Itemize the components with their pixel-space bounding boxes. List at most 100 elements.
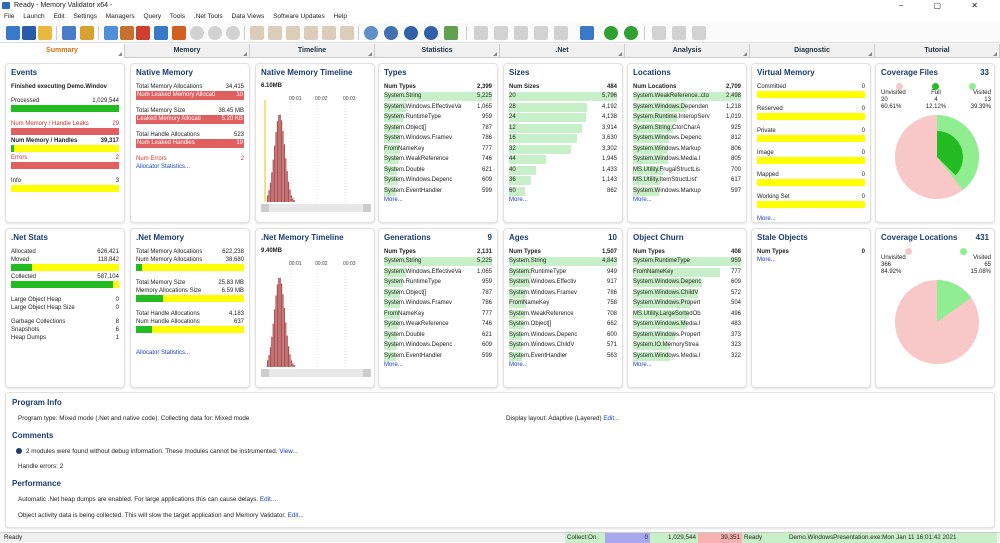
table-row[interactable]: System.String.CtorCharA 925	[633, 123, 741, 134]
menu-launch[interactable]: Launch	[23, 13, 44, 20]
menu-help[interactable]: Help	[334, 13, 347, 20]
archive-icon[interactable]	[340, 26, 354, 40]
net-stats-panel[interactable]: .Net Stats Allocated 626,421 Moved 118,842…	[5, 228, 125, 388]
table-row[interactable]: System.EventHandler 599	[384, 351, 492, 362]
table-row[interactable]: System.Windows.Framev 786	[384, 133, 492, 144]
list-icon[interactable]	[554, 26, 568, 40]
events-panel[interactable]: Events Finished executing Demo.Windov Pr…	[5, 63, 125, 223]
folder-icon[interactable]	[38, 26, 52, 40]
print-icon[interactable]	[652, 26, 666, 40]
types-panel[interactable]: Types Num Types 2,399 System.String 5,225 S…	[378, 63, 498, 223]
more-link[interactable]: More...	[757, 256, 865, 265]
table-row[interactable]: System.Windows.Dependen 1,218	[633, 102, 741, 113]
table-row[interactable]: System.RuntimeType 959	[384, 112, 492, 123]
tab-net[interactable]: .Net	[500, 44, 625, 58]
menu-net-tools[interactable]: .Net Tools	[194, 13, 223, 20]
table-row[interactable]: FromNameKey 777	[384, 309, 492, 320]
coverage-icon[interactable]	[580, 26, 594, 40]
table-row[interactable]: 40 1,433	[509, 165, 617, 176]
more-link[interactable]: More...	[757, 215, 865, 222]
edit-object-activity-link[interactable]: Edit...	[288, 512, 304, 519]
table-row[interactable]: MS.Utility.LargeSortedOb 496	[633, 309, 741, 320]
table-row[interactable]: FromNameKey 777	[633, 267, 741, 278]
table-row[interactable]: System.WeakReference 746	[384, 154, 492, 165]
table-row[interactable]: System.Windows.Media.I 483	[633, 319, 741, 330]
table-row[interactable]: System.Windows.Propert 504	[633, 298, 741, 309]
table-row[interactable]: System.Windows.Framev 786	[384, 298, 492, 309]
export-icon[interactable]	[304, 26, 318, 40]
pause-icon[interactable]	[226, 26, 240, 40]
table-row[interactable]: System.Windows.Markup 806	[633, 144, 741, 155]
table-row[interactable]: System.Windows.Media.I 805	[633, 154, 741, 165]
table-row[interactable]: 28 4,192	[509, 102, 617, 113]
view-link[interactable]: View...	[279, 448, 297, 455]
menu-query[interactable]: Query	[143, 13, 161, 20]
settings-icon[interactable]	[80, 26, 94, 40]
table-row[interactable]: 24 4,138	[509, 112, 617, 123]
table-row[interactable]: System.String 5,225	[384, 256, 492, 267]
camera-icon[interactable]	[692, 26, 706, 40]
cdi-icon[interactable]	[494, 26, 508, 40]
snapshot-icon[interactable]	[250, 26, 264, 40]
open-icon[interactable]	[6, 26, 20, 40]
stale-objects-panel[interactable]: Stale Objects Num Types 0 More...	[751, 228, 871, 388]
table-row[interactable]: MS.Utility.ItemStructList' 617	[633, 175, 741, 186]
table-row[interactable]: System.WeakReference 708	[509, 309, 617, 320]
table-row[interactable]: MS.Utility.FrugalStructLis 700	[633, 165, 741, 176]
table-row[interactable]: System.Windows.Effectiv 917	[509, 277, 617, 288]
table-row[interactable]: System.Object[] 662	[509, 319, 617, 330]
search-icon[interactable]	[364, 26, 378, 40]
net-memory-panel[interactable]: .Net Memory Total Memory Allocations 622,…	[130, 228, 250, 388]
sizes-panel[interactable]: Sizes Num Sizes 484 20 5,796 28 4,192 24 4,138…	[503, 63, 623, 223]
menu-settings[interactable]: Settings	[73, 13, 97, 20]
allocator-statistics-link[interactable]: Allocator Statistics...	[136, 349, 244, 358]
window-controls[interactable]: – ▢ ✕	[899, 0, 992, 11]
more-link[interactable]: More...	[384, 361, 492, 370]
inject-icon[interactable]	[120, 26, 134, 40]
tab-diagnostic[interactable]: Diagnostic	[750, 44, 875, 58]
coverage-files-panel[interactable]: Coverage Files 33 Unvisited 20 60.61% Full 4 1…	[875, 63, 995, 223]
table-row[interactable]: System.Object[] 787	[384, 288, 492, 299]
table-row[interactable]: 20 5,796	[509, 91, 617, 102]
table-row[interactable]: System.Windows.Depenc 609	[633, 277, 741, 288]
filter-icon[interactable]	[62, 26, 76, 40]
monitor-icon[interactable]	[136, 26, 150, 40]
table-row[interactable]: 60 862	[509, 186, 617, 197]
find-address-icon[interactable]	[384, 26, 398, 40]
generations-panel[interactable]: Generations 9 Num Types 2,131 System.Strin…	[378, 228, 498, 388]
native-timeline-panel[interactable]: Native Memory Timeline 6.10MB 00:01 00:0…	[255, 63, 375, 223]
tab-timeline[interactable]: Timeline	[250, 44, 375, 58]
table-row[interactable]: System.Double 621	[384, 165, 492, 176]
menu-software-updates[interactable]: Software Updates	[273, 13, 325, 20]
table-row[interactable]: System.Windows.Depenc 609	[384, 340, 492, 351]
tab-statistics[interactable]: Statistics	[375, 44, 500, 58]
table-row[interactable]: System.Windows.Depenc 812	[633, 133, 741, 144]
tab-memory[interactable]: Memory	[125, 44, 250, 58]
heap-dump-icon[interactable]	[268, 26, 282, 40]
more-link[interactable]: More...	[384, 196, 492, 205]
menu-edit[interactable]: Edit	[53, 13, 64, 20]
virtual-memory-panel[interactable]: Virtual Memory Committed 0 Reserved 0 Privat…	[751, 63, 871, 223]
tab-tutorial[interactable]: Tutorial	[875, 44, 1000, 58]
table-row[interactable]: 32 3,302	[509, 144, 617, 155]
table-row[interactable]: System.String 4,843	[509, 256, 617, 267]
table-row[interactable]: System.Double 621	[384, 330, 492, 341]
recycle-icon[interactable]	[672, 26, 686, 40]
more-link[interactable]: More...	[509, 196, 617, 205]
compare-icon[interactable]	[286, 26, 300, 40]
analysis-icon[interactable]	[444, 26, 458, 40]
menu-file[interactable]: File	[4, 13, 14, 20]
table-row[interactable]: System.Object[] 787	[384, 123, 492, 134]
menu-managers[interactable]: Managers	[106, 13, 135, 20]
refresh-icon[interactable]	[604, 26, 618, 40]
tab-summary[interactable]: Summary	[0, 44, 125, 58]
native-memory-panel[interactable]: Native Memory Total Memory Allocations 34…	[130, 63, 250, 223]
find-object-icon[interactable]	[424, 26, 438, 40]
gc-icon[interactable]	[474, 26, 488, 40]
coverage-locations-panel[interactable]: Coverage Locations 431 Unvisited 366 84.92%…	[875, 228, 995, 388]
table-row[interactable]: 44 1,945	[509, 154, 617, 165]
table-row[interactable]: System.WeakReference..cto 2,498	[633, 91, 741, 102]
net-timeline-panel[interactable]: .Net Memory Timeline 9.40MB 00:01 00:02 …	[255, 228, 375, 388]
launch-icon[interactable]	[104, 26, 118, 40]
table-row[interactable]: System.Windows.ChildV 572	[633, 288, 741, 299]
